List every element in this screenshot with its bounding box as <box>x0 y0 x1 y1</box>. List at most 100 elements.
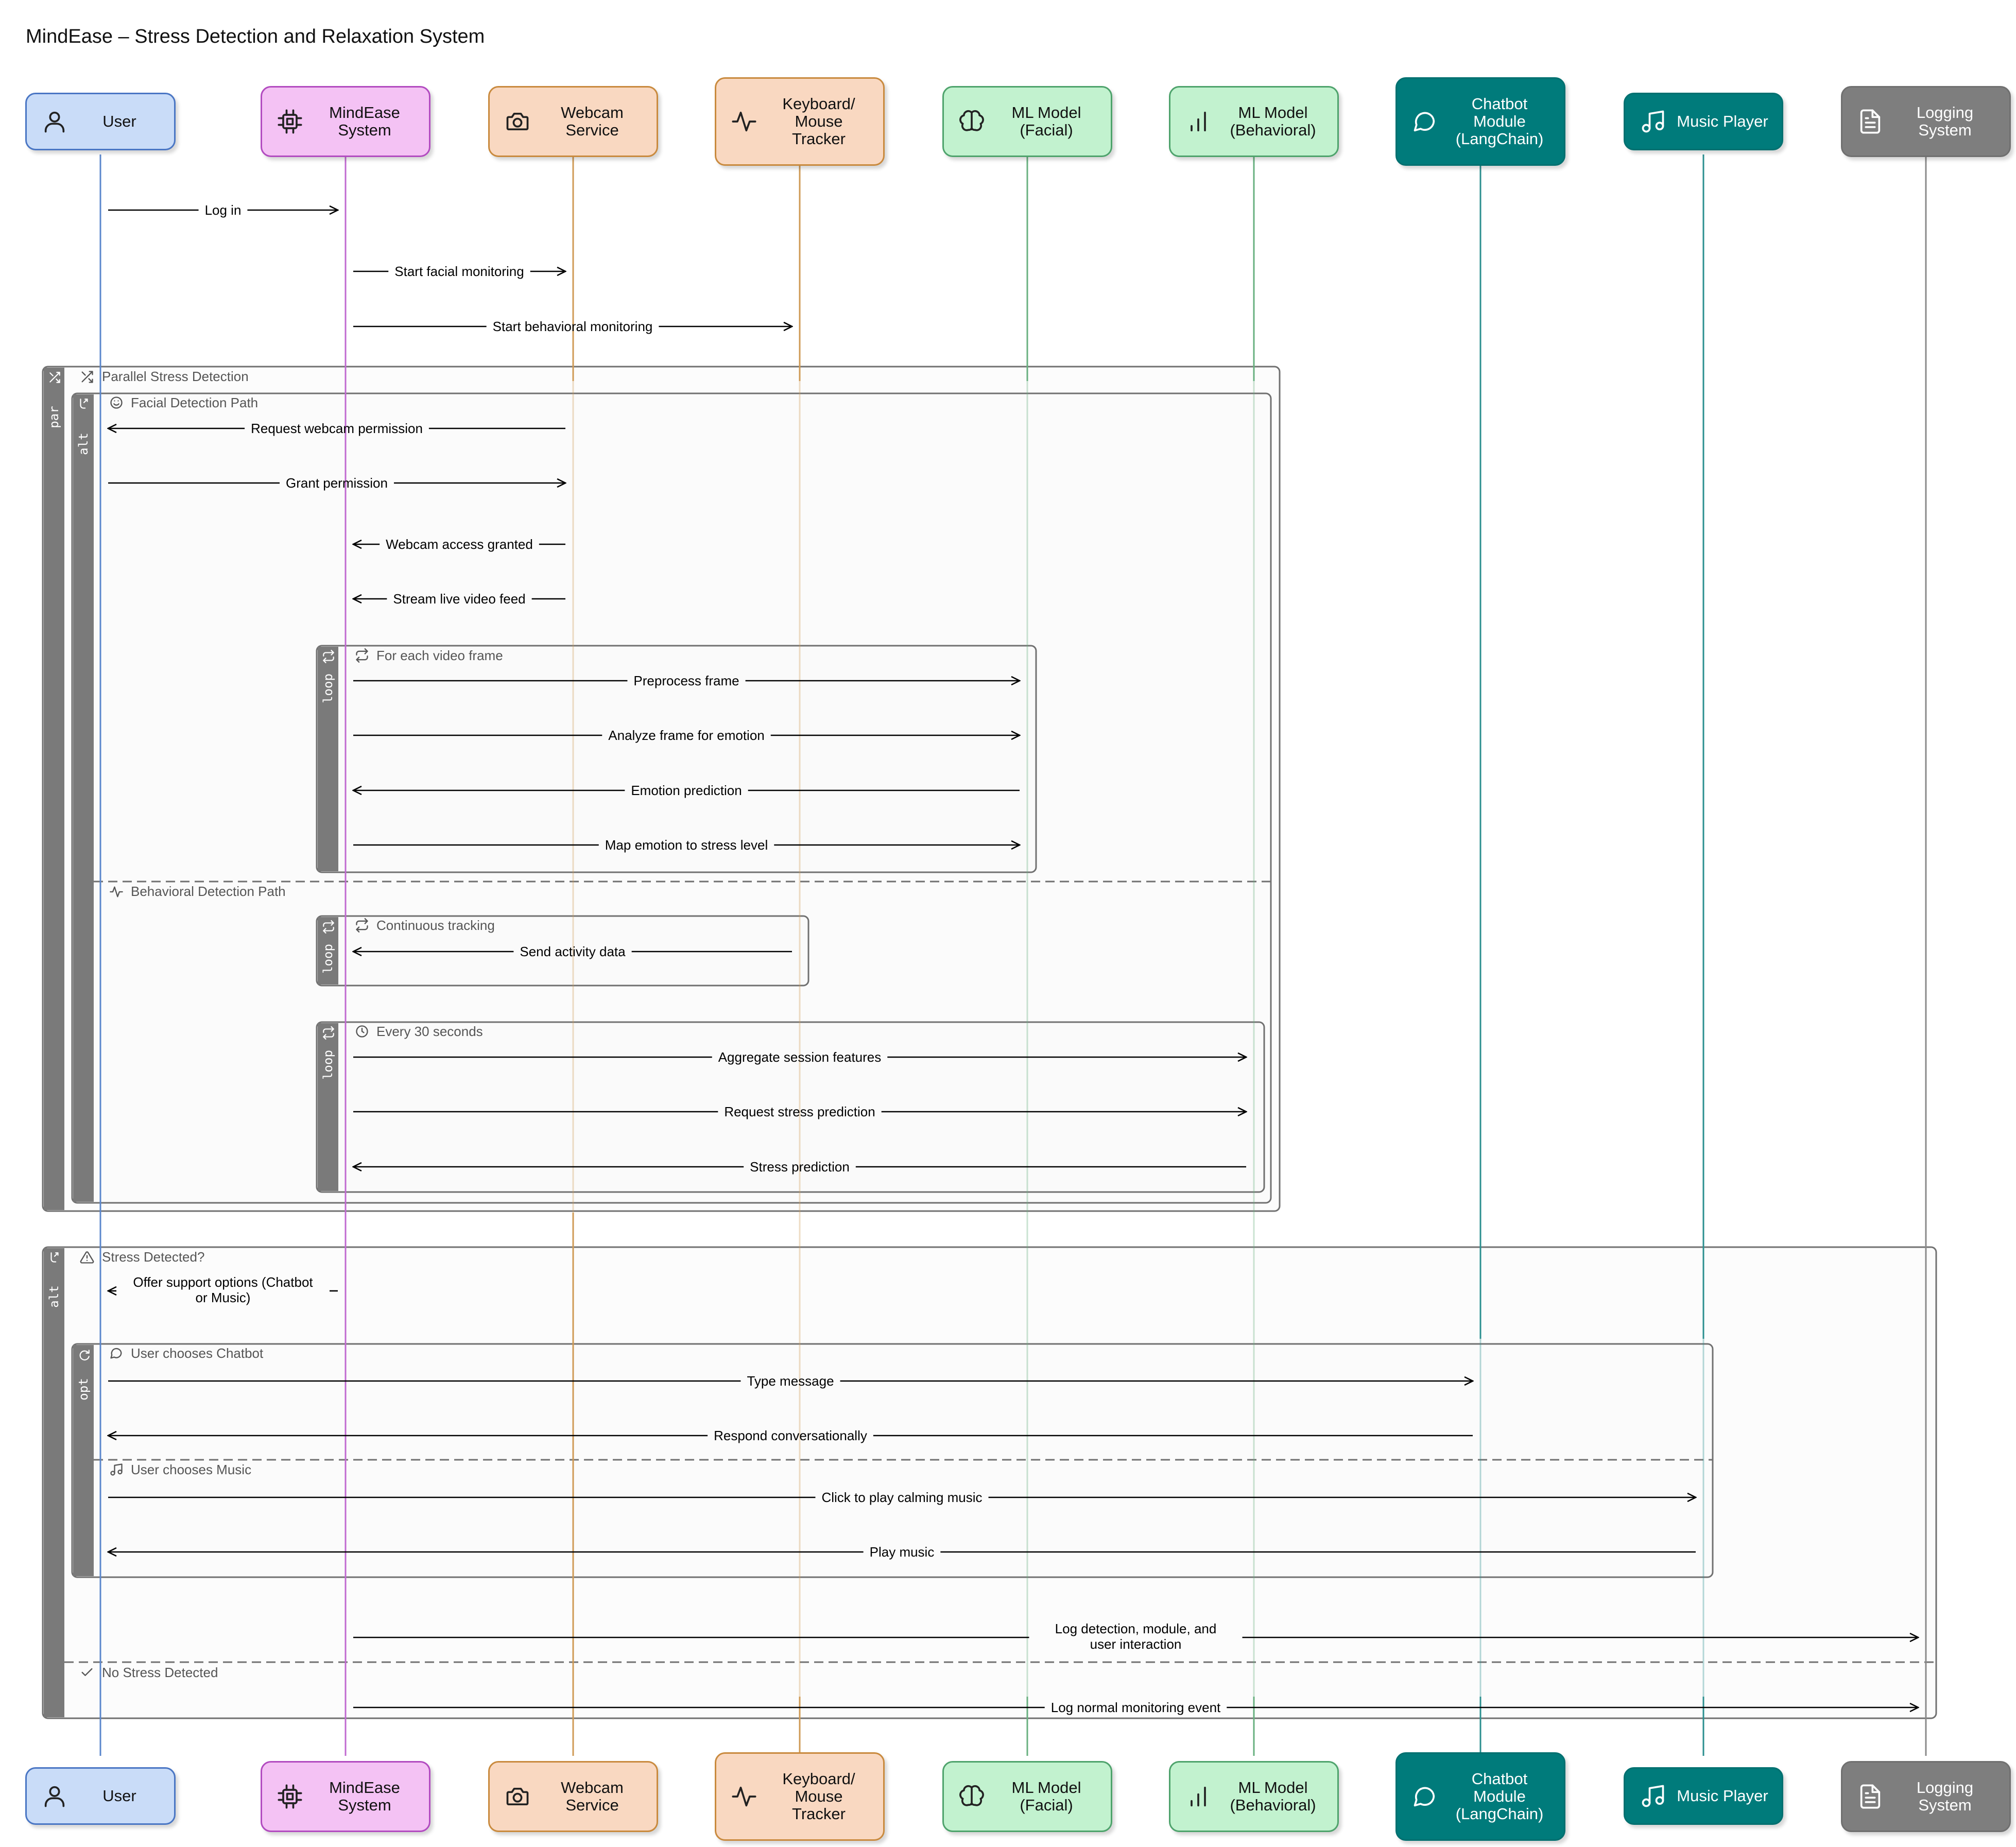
chat-icon <box>1411 1783 1438 1810</box>
participant-label: User <box>102 112 136 130</box>
message-label: Request webcam permission <box>251 421 423 436</box>
cpu-icon <box>277 1783 303 1810</box>
participant-label: Chatbot Module (LangChain) <box>1455 95 1544 148</box>
brain-icon <box>958 108 985 135</box>
message-2: Start facial monitoring <box>353 264 565 279</box>
music-icon <box>1640 108 1666 135</box>
message-label: Grant permission <box>286 475 388 491</box>
participant-tracker-bottom[interactable]: Keyboard/ Mouse Tracker <box>715 1752 885 1841</box>
participant-mlb-top[interactable]: ML Model (Behavioral) <box>1169 86 1339 157</box>
message-label: Log normal monitoring event <box>1051 1700 1221 1715</box>
message-label: Request stress prediction <box>724 1104 875 1119</box>
message-label: Stress prediction <box>750 1159 850 1175</box>
participant-label: Music Player <box>1677 1787 1768 1805</box>
fragment-condition: Stress Detected? <box>102 1249 204 1265</box>
activity-icon <box>731 1783 757 1810</box>
fragment-side-tab <box>73 394 94 1202</box>
message-label: Send activity data <box>520 944 626 959</box>
fragment-condition: Facial Detection Path <box>131 395 258 410</box>
participant-label: User <box>102 1787 136 1805</box>
message-label: Type message <box>747 1373 834 1389</box>
fragment-side-tab <box>44 1248 64 1717</box>
message-label: Map emotion to stress level <box>605 837 768 853</box>
message-label: Start facial monitoring <box>394 264 524 279</box>
participant-label: Webcam Service <box>561 103 624 139</box>
message-label: Analyze frame for emotion <box>608 728 764 743</box>
fragment-keyword: alt <box>76 433 91 455</box>
chat-icon <box>1411 108 1438 135</box>
file-text-icon <box>1857 108 1884 135</box>
participant-tracker-top[interactable]: Keyboard/ Mouse Tracker <box>715 77 885 166</box>
participant-label: ML Model (Behavioral) <box>1230 103 1316 139</box>
fragment-else-condition: Behavioral Detection Path <box>131 884 286 899</box>
fragment-else-condition: User chooses Music <box>131 1462 251 1477</box>
participant-label: Logging System <box>1916 103 1974 139</box>
fragment-condition: Continuous tracking <box>376 918 495 933</box>
file-text-icon <box>1857 1783 1884 1810</box>
fragment-keyword: par <box>47 406 61 428</box>
message-label: Emotion prediction <box>631 783 742 798</box>
participant-label: MindEase System <box>329 103 400 139</box>
message-label: Log in <box>205 202 242 218</box>
participant-label: Music Player <box>1677 112 1768 130</box>
fragment-else-condition: No Stress Detected <box>102 1665 218 1680</box>
sequence-diagram-canvas: MindEase – Stress Detection and Relaxati… <box>0 0 2016 1847</box>
participant-user-top[interactable]: User <box>25 93 176 150</box>
fragment-side-tab <box>318 1023 338 1191</box>
participant-webcam-bottom[interactable]: Webcam Service <box>488 1761 658 1832</box>
message-1: Log in <box>108 202 338 218</box>
fragment-side-tab <box>44 368 64 1210</box>
fragment-condition: Parallel Stress Detection <box>102 369 249 384</box>
participant-system-bottom[interactable]: MindEase System <box>261 1761 430 1832</box>
user-icon <box>41 1783 68 1809</box>
sequence-diagram: par Parallel Stress Detection alt Facial De… <box>42 154 1937 1756</box>
participant-mlb-bottom[interactable]: ML Model (Behavioral) <box>1169 1761 1339 1832</box>
message-label: Stream live video feed <box>393 591 525 607</box>
fragment-keyword: loop <box>321 944 335 974</box>
participant-label: Chatbot Module (LangChain) <box>1455 1770 1544 1823</box>
message-label: Respond conversationally <box>714 1428 867 1443</box>
participant-music-bottom[interactable]: Music Player <box>1624 1767 1783 1825</box>
cpu-icon <box>277 108 303 135</box>
participant-label: Keyboard/ Mouse Tracker <box>782 1770 855 1823</box>
music-icon <box>1640 1783 1666 1809</box>
participant-label: Webcam Service <box>561 1779 624 1814</box>
participant-mlf-bottom[interactable]: ML Model (Facial) <box>942 1761 1112 1832</box>
message-label: Aggregate session features <box>718 1049 882 1065</box>
participant-label: ML Model (Facial) <box>1011 103 1081 139</box>
message-label: Start behavioral monitoring <box>493 319 653 334</box>
fragment-keyword: loop <box>321 674 335 703</box>
participant-label: ML Model (Facial) <box>1011 1779 1081 1814</box>
fragment-keyword: alt <box>47 1285 61 1307</box>
bar-chart-icon <box>1185 1783 1212 1810</box>
fragment-opt-7: opt User chooses Chatbot User chooses Musi… <box>71 1343 1714 1578</box>
participant-label: Logging System <box>1916 1779 1974 1814</box>
fragment-condition: For each video frame <box>376 648 503 663</box>
fragment-keyword: opt <box>76 1378 91 1400</box>
participant-label: Keyboard/ Mouse Tracker <box>782 95 855 148</box>
participant-system-top[interactable]: MindEase System <box>261 86 430 157</box>
participant-label: MindEase System <box>329 1779 400 1814</box>
message-3: Start behavioral monitoring <box>353 319 792 334</box>
camera-icon <box>504 108 531 135</box>
participant-logging-bottom[interactable]: Logging System <box>1841 1761 2011 1832</box>
participant-webcam-top[interactable]: Webcam Service <box>488 86 658 157</box>
participant-mlf-top[interactable]: ML Model (Facial) <box>942 86 1112 157</box>
message-label: Preprocess frame <box>633 673 739 688</box>
fragment-condition: User chooses Chatbot <box>131 1345 264 1361</box>
message-label: Click to play calming music <box>821 1490 982 1505</box>
participant-music-top[interactable]: Music Player <box>1624 93 1783 150</box>
participant-chatbot-bottom[interactable]: Chatbot Module (LangChain) <box>1395 1752 1565 1841</box>
brain-icon <box>958 1783 985 1810</box>
fragment-condition: Every 30 seconds <box>376 1024 483 1039</box>
fragment-keyword: loop <box>321 1050 335 1080</box>
participant-chatbot-top[interactable]: Chatbot Module (LangChain) <box>1395 77 1565 166</box>
message-label: Play music <box>870 1544 935 1560</box>
user-icon <box>41 108 68 135</box>
participant-user-bottom[interactable]: User <box>25 1767 176 1825</box>
message-label: Webcam access granted <box>386 537 533 552</box>
participant-label: ML Model (Behavioral) <box>1230 1779 1316 1814</box>
participant-logging-top[interactable]: Logging System <box>1841 86 2011 157</box>
bar-chart-icon <box>1185 108 1212 135</box>
activity-icon <box>731 108 757 135</box>
